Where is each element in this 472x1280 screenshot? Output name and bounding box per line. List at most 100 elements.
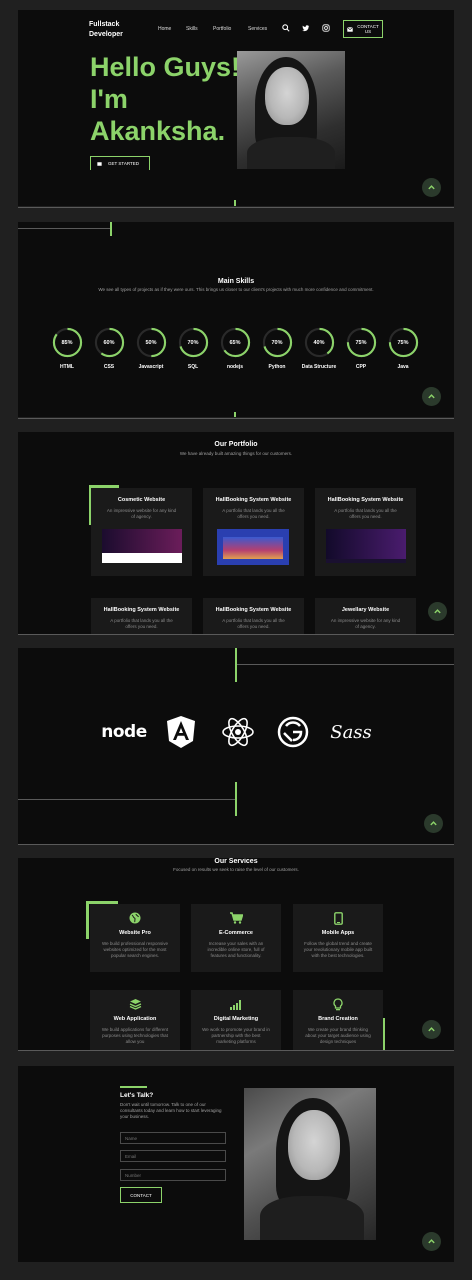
instagram-icon[interactable] — [322, 24, 330, 32]
scroll-top-button[interactable] — [428, 602, 447, 621]
service-card[interactable]: Website Pro We build professional respon… — [90, 904, 180, 972]
skill-name: CSS — [103, 364, 115, 370]
nav-portfolio[interactable]: Portfolio — [213, 26, 231, 32]
skill-percent: 75% — [355, 339, 367, 346]
scroll-top-button[interactable] — [424, 814, 443, 833]
portfolio-card-desc: An impressive website for any kind of ag… — [106, 508, 177, 519]
portfolio-card-desc: A portfolio that lands you all the offer… — [110, 618, 173, 629]
divider — [18, 634, 454, 635]
mail-icon — [347, 26, 353, 32]
service-card-desc: Follow the global trend and create your … — [303, 941, 373, 958]
scroll-top-button[interactable] — [422, 1020, 441, 1039]
divider — [18, 1050, 454, 1051]
divider — [18, 207, 454, 208]
portfolio-card[interactable]: HallBooking System Website A portfolio t… — [91, 598, 192, 634]
service-card-desc: We work to promote your brand in partner… — [202, 1027, 270, 1044]
scroll-top-button[interactable] — [422, 1232, 441, 1251]
nav-services[interactable]: Services — [248, 26, 267, 32]
services-section: Our Services Focused on results we seek … — [18, 858, 454, 1050]
accent-hline — [18, 799, 235, 800]
hero-line-1: Hello Guys! — [90, 52, 241, 82]
skills-section: Main Skills We see all types of projects… — [18, 222, 454, 417]
skill-percent: 50% — [145, 339, 157, 346]
globe-icon — [129, 912, 141, 924]
service-card-desc: We build professional responsive website… — [102, 941, 168, 958]
gatsby-logo — [276, 716, 310, 748]
react-logo — [221, 716, 255, 748]
nav-home[interactable]: Home — [158, 26, 171, 32]
services-title: Our Services — [214, 858, 258, 865]
skill-percent: 85% — [61, 339, 73, 346]
contact-us-button[interactable]: CONTACT US — [343, 20, 383, 38]
service-card-title: Website Pro — [119, 930, 151, 936]
accent-line — [234, 412, 236, 417]
skill-item: 50% Javascript — [133, 327, 169, 371]
portfolio-card[interactable]: HallBooking System Website A portfolio t… — [203, 598, 304, 634]
portfolio-card-desc: A portfolio that lands you all the offer… — [334, 508, 397, 519]
brand-line-2: Developer — [89, 31, 123, 38]
accent-line — [234, 200, 236, 206]
skills-subtitle: We see all types of projects as if they … — [98, 287, 374, 292]
chevron-up-icon — [428, 185, 435, 190]
service-card[interactable]: E-Commerce Increase your sales with an i… — [191, 904, 281, 972]
service-card[interactable]: Web Application We build applications fo… — [90, 990, 180, 1050]
number-input[interactable] — [120, 1169, 226, 1181]
email-input[interactable] — [120, 1150, 226, 1162]
service-card-desc: We build applications for different purp… — [101, 1027, 169, 1044]
twitter-icon[interactable] — [302, 24, 310, 32]
name-input[interactable] — [120, 1132, 226, 1144]
nav-skills[interactable]: Skills — [186, 26, 198, 32]
search-icon[interactable] — [282, 24, 290, 32]
chevron-up-icon — [434, 609, 441, 614]
signal-icon — [230, 1000, 241, 1010]
get-started-button[interactable]: GET STARTED — [90, 156, 150, 170]
skill-item: 75% CPP — [343, 327, 379, 371]
portfolio-card-title: HallBooking System Website — [215, 497, 292, 503]
bulb-icon — [333, 998, 343, 1011]
contact-desc: Don't wait until tomorrow. Talk to one o… — [120, 1102, 222, 1119]
scroll-top-button[interactable] — [422, 387, 441, 406]
node-logo-text: node — [101, 722, 147, 742]
skill-name: HTML — [60, 364, 74, 370]
portfolio-card[interactable]: Cosmetic Website An impressive website f… — [91, 488, 192, 576]
phone-icon — [333, 912, 343, 925]
portfolio-card-desc: A portfolio that lands you all the offer… — [222, 508, 285, 519]
portfolio-card-title: HallBooking System Website — [103, 607, 180, 613]
brand-logo[interactable]: Fullstack Developer — [89, 20, 149, 40]
service-card-desc: We create your brand thinking about your… — [305, 1027, 371, 1044]
accent-line — [235, 782, 237, 816]
get-started-label: GET STARTED — [108, 161, 140, 166]
angular-logo — [164, 716, 198, 748]
portfolio-card[interactable]: HallBooking System Website A portfolio t… — [203, 488, 304, 576]
portfolio-screenshot — [102, 529, 182, 563]
skill-item: 40% Data Structure — [301, 327, 337, 371]
service-card-desc: Increase your sales with an incredible o… — [207, 941, 265, 958]
sass-logo: Sass — [330, 716, 372, 748]
service-card[interactable]: Mobile Apps Follow the global trend and … — [293, 904, 383, 972]
services-subtitle: Focused on results we seek to raise the … — [173, 867, 299, 872]
accent-corner — [86, 901, 89, 939]
portfolio-card-title: Cosmetic Website — [117, 497, 166, 503]
service-card-title: E-Commerce — [219, 930, 253, 936]
portfolio-screenshot — [217, 529, 289, 565]
scroll-top-button[interactable] — [422, 178, 441, 197]
skill-percent: 70% — [271, 339, 283, 346]
portfolio-subtitle: We have already built amazing things for… — [179, 451, 293, 456]
hero-section: Fullstack Developer Home Skills Portfoli… — [18, 10, 454, 206]
portfolio-card[interactable]: Jewellary Website An impressive website … — [315, 598, 416, 634]
divider — [18, 844, 454, 845]
portfolio-card-title: Jewellary Website — [341, 607, 390, 613]
service-card-title: Digital Marketing — [213, 1016, 259, 1022]
node-logo: node — [101, 716, 147, 748]
accent-line — [110, 222, 112, 236]
chevron-up-icon — [428, 1239, 435, 1244]
react-icon — [222, 717, 254, 747]
mail-icon — [97, 161, 102, 166]
portfolio-card-title: HallBooking System Website — [327, 497, 404, 503]
accent-line — [120, 1086, 147, 1088]
accent-hline — [237, 664, 454, 665]
service-card[interactable]: Digital Marketing We work to promote you… — [191, 990, 281, 1050]
contact-submit-button[interactable]: CONTACT — [120, 1187, 162, 1203]
service-card[interactable]: Brand Creation We create your brand thin… — [293, 990, 383, 1050]
portfolio-card[interactable]: HallBooking System Website A portfolio t… — [315, 488, 416, 576]
